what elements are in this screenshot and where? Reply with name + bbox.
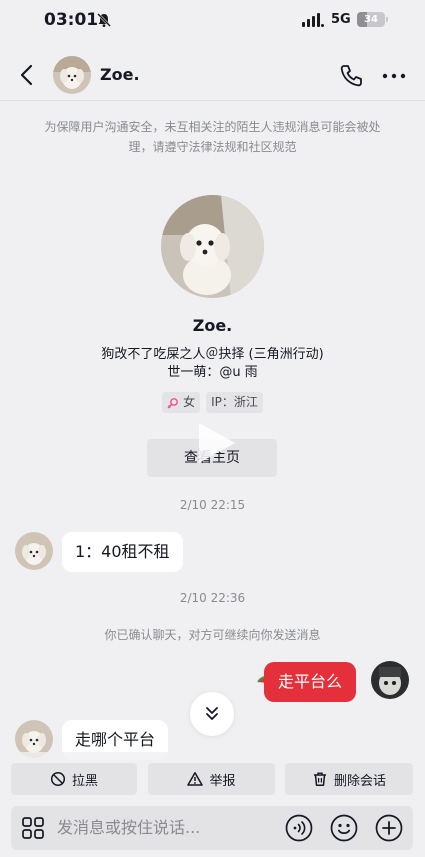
emoji-icon[interactable] <box>330 814 358 842</box>
block-button[interactable]: 拉黑 <box>11 763 137 795</box>
block-label: 拉黑 <box>71 773 98 789</box>
battery-cap <box>386 17 388 22</box>
more-icon[interactable] <box>381 63 407 89</box>
profile-name: Zoe. <box>192 316 233 335</box>
message-timestamp: 2/10 22:36 <box>179 591 246 605</box>
message-bubble-outgoing[interactable]: 走平台么 <box>264 662 357 702</box>
ip-tag: IP：浙江 <box>206 392 263 413</box>
message-input-bar[interactable]: 发消息或按住说话... <box>11 806 413 850</box>
dog-photo-image <box>161 195 264 298</box>
scroll-to-bottom-button[interactable] <box>190 692 234 736</box>
ip-label: IP：浙江 <box>211 395 258 409</box>
network-label: 5G <box>331 12 351 27</box>
status-bar: 03:01 5G 34 <box>0 0 425 44</box>
signal-icon <box>302 13 324 27</box>
my-avatar[interactable] <box>371 661 409 699</box>
apps-grid-icon[interactable] <box>21 816 45 840</box>
avatar[interactable] <box>53 56 91 94</box>
plus-icon[interactable] <box>375 814 403 842</box>
bell-muted-icon <box>97 13 111 27</box>
block-icon <box>50 771 66 787</box>
profile-bio-line1: 狗改不了吃屎之人＠抉择 (三角洲行动) <box>101 347 324 362</box>
report-label: 举报 <box>209 773 236 789</box>
trash-icon <box>313 772 326 786</box>
chat-header: Zoe. <box>0 50 425 102</box>
safety-notice: 为保障用户沟通安全，未互相关注的陌生人违规消息可能会被处理，请遵守法律法规和社区… <box>44 120 381 154</box>
sender-avatar[interactable] <box>15 532 53 570</box>
phone-icon[interactable] <box>338 63 364 89</box>
self-avatar-image <box>371 661 409 699</box>
profile-bio-line2: 世一萌：@u 雨 <box>167 365 258 380</box>
profile-tags: 女 IP：浙江 <box>0 392 425 413</box>
delete-chat-label: 删除会话 <box>333 773 386 789</box>
header-divider <box>0 100 425 101</box>
gender-label: 女 <box>183 395 196 409</box>
battery-percent: 34 <box>364 14 378 25</box>
play-icon <box>199 423 235 463</box>
status-time: 03:01 <box>44 10 99 30</box>
gender-tag: 女 <box>162 392 201 413</box>
double-chevron-down-icon <box>206 707 218 720</box>
dog-avatar-image <box>53 56 91 94</box>
voice-icon[interactable] <box>285 814 313 842</box>
delete-chat-button[interactable]: 删除会话 <box>285 763 413 795</box>
dog-avatar-image <box>15 532 53 570</box>
report-button[interactable]: 举报 <box>148 763 275 795</box>
system-message: 你已确认聊天，对方可继续向你发送消息 <box>104 628 321 642</box>
battery-icon: 34 <box>357 12 385 27</box>
profile-avatar[interactable] <box>161 195 264 298</box>
message-bubble-incoming[interactable]: 1：40租不租 <box>62 532 183 572</box>
message-input[interactable]: 发消息或按住说话... <box>57 806 200 850</box>
back-icon[interactable] <box>16 62 40 88</box>
female-icon <box>167 397 178 408</box>
chat-title[interactable]: Zoe. <box>100 65 140 84</box>
profile-bio: 狗改不了吃屎之人＠抉择 (三角洲行动) 世一萌：@u 雨 <box>30 346 395 382</box>
warning-icon <box>187 772 204 786</box>
message-timestamp: 2/10 22:15 <box>179 498 246 512</box>
